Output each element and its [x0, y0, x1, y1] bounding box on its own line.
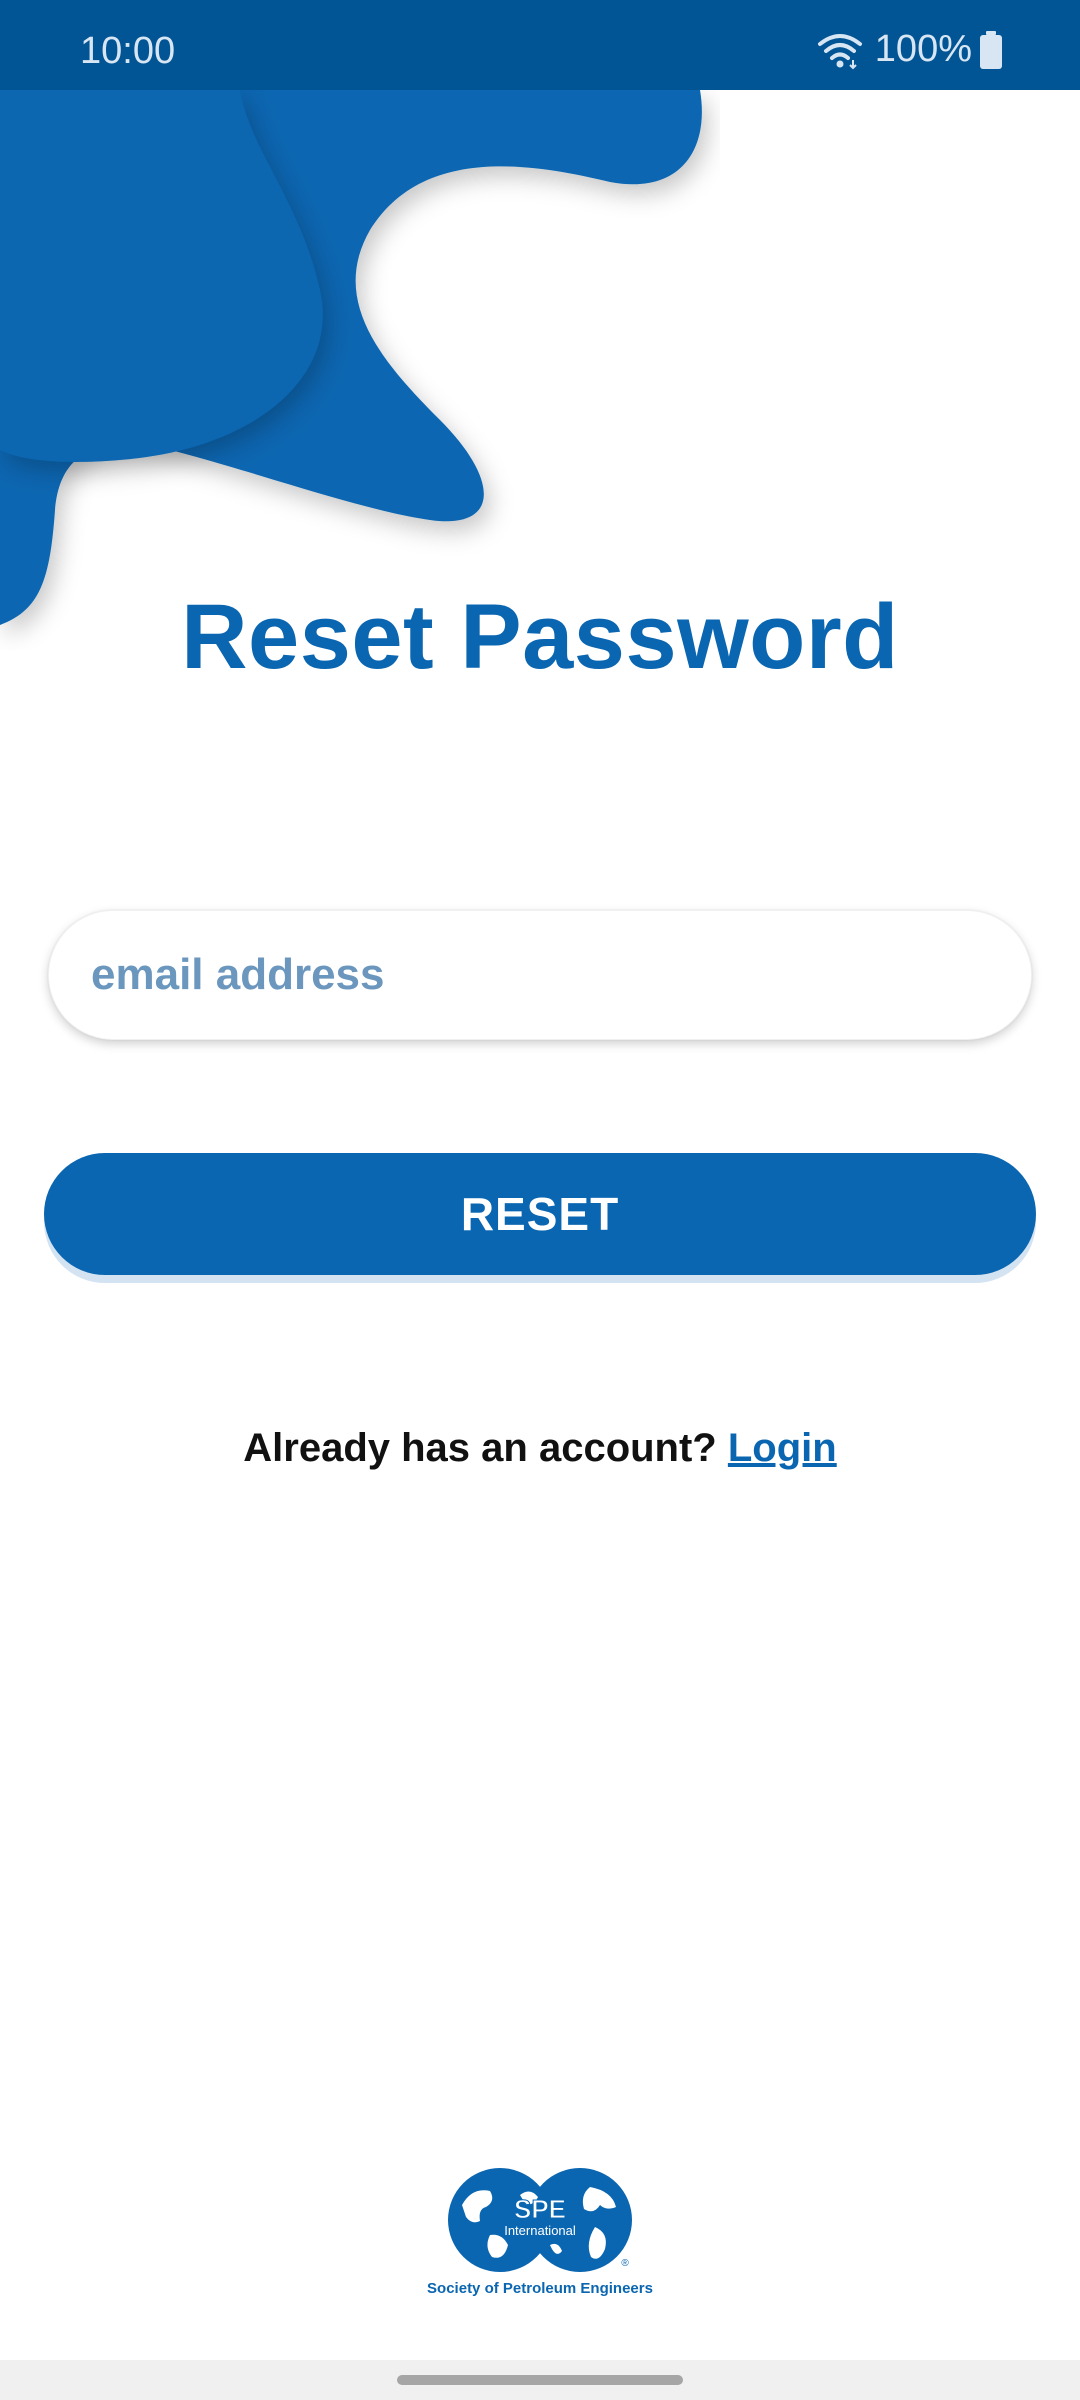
- email-input[interactable]: [49, 911, 1031, 1039]
- reset-button[interactable]: RESET: [44, 1153, 1036, 1275]
- status-time: 10:00: [80, 30, 176, 72]
- email-field[interactable]: [48, 910, 1032, 1040]
- home-gesture-handle[interactable]: [397, 2375, 683, 2385]
- logo-caption: Society of Petroleum Engineers: [427, 2280, 653, 2297]
- login-link[interactable]: Login: [728, 1426, 837, 1470]
- battery-percentage: 100%: [874, 28, 972, 70]
- navigation-bar: [0, 2360, 1080, 2400]
- wifi-icon: [817, 33, 862, 69]
- page-title: Reset Password: [181, 586, 899, 688]
- status-icons: 100%: [817, 28, 1002, 71]
- logo-subname: International: [504, 2223, 576, 2238]
- logo-name: SPE: [514, 2194, 566, 2224]
- battery-icon: [980, 30, 1002, 69]
- login-prompt-text: Already has an account?: [243, 1426, 717, 1470]
- logo-registered-mark: ®: [621, 2258, 629, 2269]
- status-bar: 10:00 100%: [0, 0, 1080, 90]
- decorative-blob: [0, 90, 702, 625]
- login-prompt: Already has an account? Login: [0, 1426, 1080, 1471]
